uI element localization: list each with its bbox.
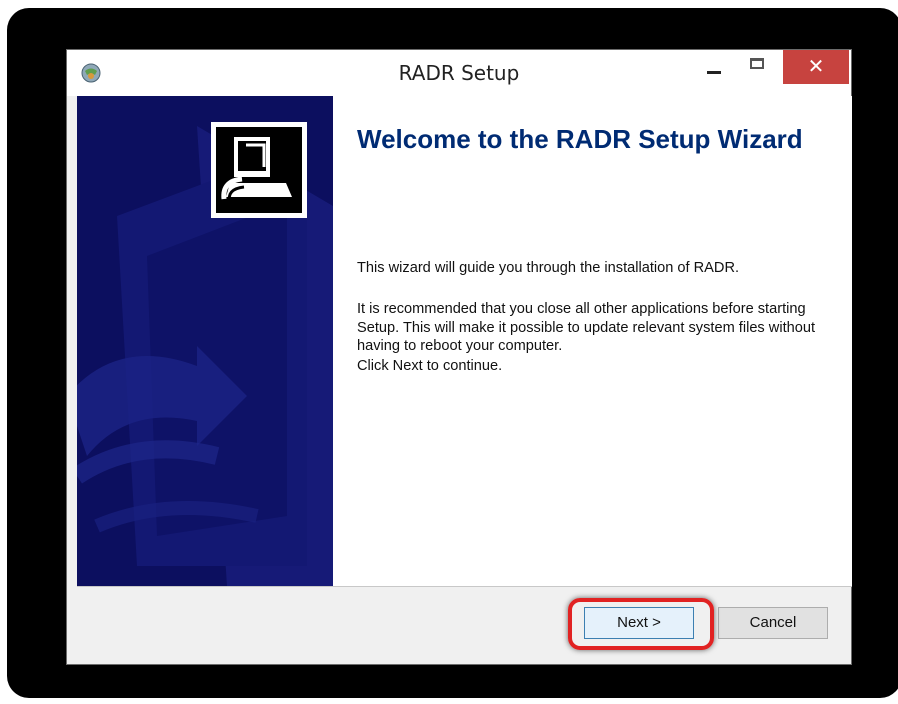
wizard-side-banner [77,96,333,586]
next-button-highlight [568,598,714,650]
minimize-icon [707,71,721,74]
minimize-button[interactable] [697,50,733,84]
wizard-heading: Welcome to the RADR Setup Wizard [357,124,803,154]
title-bar[interactable]: RADR Setup ✕ [67,50,851,96]
footer-divider [77,586,852,587]
setup-window: RADR Setup ✕ Welcome to the RADR Setup W… [66,49,852,665]
continue-hint-text: Click Next to continue. [357,358,503,374]
maximize-button[interactable] [737,50,781,84]
recommendation-text: It is recommended that you close all oth… [357,301,816,354]
intro-text: This wizard will guide you through the i… [357,260,740,276]
setup-logo [211,122,307,218]
window-title: RADR Setup [398,61,520,85]
cancel-button[interactable]: Cancel [718,607,828,639]
computer-install-icon [221,137,292,204]
close-button[interactable]: ✕ [783,50,849,84]
maximize-icon [750,58,764,69]
wizard-content: Welcome to the RADR Setup Wizard This wi… [77,96,852,586]
